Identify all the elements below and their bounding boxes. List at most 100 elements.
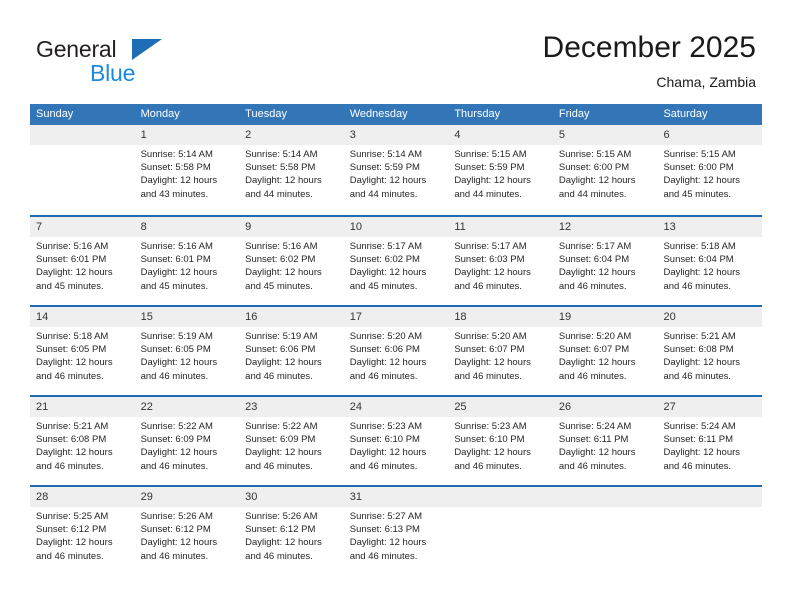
day-detail-line: Daylight: 12 hours [140, 267, 218, 279]
day-detail-line: Sunrise: 5:16 AM [140, 241, 213, 252]
day-detail-line: Sunset: 6:04 PM [663, 254, 734, 266]
day-details: Sunrise: 5:21 AM Sunset: 6:08 PM Daylight:… [30, 417, 135, 473]
day-number: 3 [349, 129, 356, 141]
day-number: 4 [454, 129, 461, 141]
day-number-band: 6 [657, 125, 763, 145]
day-details: Sunrise: 5:19 AM Sunset: 6:06 PM Daylight:… [239, 327, 344, 383]
day-number-band: 1 [134, 125, 240, 145]
day-detail-line: Sunset: 6:06 PM [349, 344, 420, 356]
weekday-header-tuesday: Tuesday [245, 108, 287, 120]
day-detail-line: Sunset: 6:01 PM [140, 254, 211, 266]
day-detail-line: and 46 minutes. [36, 370, 104, 382]
day-number-band [30, 125, 135, 145]
day-detail-line: Sunrise: 5:26 AM [245, 511, 318, 522]
day-detail-line: Sunset: 6:10 PM [349, 434, 420, 446]
day-cell-30[interactable]: 30 Sunrise: 5:26 AM Sunset: 6:12 PM Dayligh… [239, 487, 344, 575]
day-number-band: 5 [552, 125, 658, 145]
day-detail-line: and 46 minutes. [140, 460, 209, 472]
day-detail-line: Sunset: 6:11 PM [558, 434, 629, 446]
day-cell-6[interactable]: 6 Sunrise: 5:15 AM Sunset: 6:00 PM Daylight… [657, 125, 763, 215]
day-details: Sunrise: 5:19 AM Sunset: 6:05 PM Daylight:… [135, 327, 240, 383]
day-number-band: 29 [134, 487, 240, 507]
day-detail-line: Sunset: 6:06 PM [245, 344, 316, 356]
day-cell-31[interactable]: 31 Sunrise: 5:27 AM Sunset: 6:13 PM Dayligh… [343, 487, 449, 575]
day-number: 6 [663, 129, 670, 141]
day-cell-7[interactable]: 7 Sunrise: 5:16 AM Sunset: 6:01 PM Daylight… [30, 217, 135, 305]
day-cell-9[interactable]: 9 Sunrise: 5:16 AM Sunset: 6:02 PM Daylight… [239, 217, 344, 305]
day-number-band [657, 487, 763, 507]
weekday-header-friday: Friday [558, 108, 590, 120]
day-detail-line: Sunset: 6:10 PM [454, 434, 525, 446]
day-cell-8[interactable]: 8 Sunrise: 5:16 AM Sunset: 6:01 PM Daylight… [134, 217, 240, 305]
day-detail-line: Sunset: 6:05 PM [140, 344, 211, 356]
day-number: 8 [140, 221, 147, 233]
day-cell-16[interactable]: 16 Sunrise: 5:19 AM Sunset: 6:06 PM Dayligh… [239, 307, 344, 395]
day-detail-line: Daylight: 12 hours [454, 447, 531, 459]
day-details: Sunrise: 5:20 AM Sunset: 6:07 PM Daylight:… [448, 327, 553, 383]
day-details: Sunrise: 5:17 AM Sunset: 6:03 PM Daylight:… [448, 237, 553, 293]
day-number-band: 25 [448, 397, 553, 417]
day-number: 26 [558, 401, 572, 413]
day-cell-17[interactable]: 17 Sunrise: 5:20 AM Sunset: 6:06 PM Dayligh… [343, 307, 449, 395]
day-detail-line: Sunrise: 5:16 AM [36, 241, 109, 252]
day-details: Sunrise: 5:24 AM Sunset: 6:11 PM Daylight:… [553, 417, 658, 473]
day-cell-14[interactable]: 14 Sunrise: 5:18 AM Sunset: 6:05 PM Dayligh… [30, 307, 135, 395]
day-cell-1[interactable]: 1 Sunrise: 5:14 AM Sunset: 5:58 PM Daylight… [134, 125, 240, 215]
day-number: 13 [663, 221, 676, 233]
day-number-band: 26 [552, 397, 658, 417]
day-detail-line: and 45 minutes. [36, 280, 104, 292]
day-number: 23 [245, 401, 258, 413]
day-detail-line: Sunrise: 5:19 AM [140, 331, 213, 342]
day-detail-line: Sunrise: 5:17 AM [349, 241, 423, 252]
day-details: Sunrise: 5:27 AM Sunset: 6:13 PM Daylight:… [344, 507, 449, 563]
day-number-band: 11 [448, 217, 553, 237]
day-detail-line: Daylight: 12 hours [245, 357, 322, 369]
day-cell-28[interactable]: 28 Sunrise: 5:25 AM Sunset: 6:12 PM Dayligh… [30, 487, 135, 575]
day-detail-line: and 46 minutes. [36, 550, 104, 562]
day-cell-23[interactable]: 23 Sunrise: 5:22 AM Sunset: 6:09 PM Dayligh… [239, 397, 344, 485]
day-detail-line: Sunset: 5:59 PM [454, 162, 525, 174]
day-cell-4[interactable]: 4 Sunrise: 5:15 AM Sunset: 5:59 PM Daylight… [448, 125, 553, 215]
day-cell-11[interactable]: 11 Sunrise: 5:17 AM Sunset: 6:03 PM Dayligh… [448, 217, 553, 305]
day-cell-21[interactable]: 21 Sunrise: 5:21 AM Sunset: 6:08 PM Dayligh… [30, 397, 135, 485]
day-number: 19 [558, 311, 572, 323]
day-detail-line: Sunrise: 5:20 AM [454, 331, 527, 342]
day-cell-empty [657, 487, 763, 575]
day-number: 5 [558, 129, 566, 141]
day-cell-29[interactable]: 29 Sunrise: 5:26 AM Sunset: 6:12 PM Dayligh… [134, 487, 240, 575]
day-detail-line: Sunrise: 5:25 AM [36, 511, 109, 522]
day-details: Sunrise: 5:17 AM Sunset: 6:02 PM Daylight:… [344, 237, 449, 293]
day-detail-line: and 46 minutes. [663, 370, 732, 382]
day-cell-25[interactable]: 25 Sunrise: 5:23 AM Sunset: 6:10 PM Dayligh… [448, 397, 553, 485]
day-detail-line: Daylight: 12 hours [36, 447, 113, 459]
day-cell-10[interactable]: 10 Sunrise: 5:17 AM Sunset: 6:02 PM Dayligh… [343, 217, 449, 305]
day-details: Sunrise: 5:26 AM Sunset: 6:12 PM Daylight:… [135, 507, 240, 563]
day-detail-line: and 46 minutes. [558, 280, 627, 292]
day-number-band: 12 [552, 217, 658, 237]
day-details: Sunrise: 5:23 AM Sunset: 6:10 PM Daylight:… [344, 417, 449, 473]
day-cell-15[interactable]: 15 Sunrise: 5:19 AM Sunset: 6:05 PM Dayligh… [134, 307, 240, 395]
day-details: Sunrise: 5:16 AM Sunset: 6:01 PM Daylight:… [30, 237, 135, 293]
day-cell-13[interactable]: 13 Sunrise: 5:18 AM Sunset: 6:04 PM Dayligh… [657, 217, 763, 305]
day-cell-12[interactable]: 12 Sunrise: 5:17 AM Sunset: 6:04 PM Dayligh… [552, 217, 658, 305]
day-detail-line: Sunrise: 5:26 AM [140, 511, 213, 522]
day-cell-26[interactable]: 26 Sunrise: 5:24 AM Sunset: 6:11 PM Dayligh… [552, 397, 658, 485]
day-cell-20[interactable]: 20 Sunrise: 5:21 AM Sunset: 6:08 PM Dayligh… [657, 307, 763, 395]
day-number-band: 3 [343, 125, 449, 145]
day-detail-line: Daylight: 12 hours [140, 175, 218, 187]
day-number-band: 10 [343, 217, 449, 237]
day-cell-27[interactable]: 27 Sunrise: 5:24 AM Sunset: 6:11 PM Dayligh… [657, 397, 763, 485]
day-cell-22[interactable]: 22 Sunrise: 5:22 AM Sunset: 6:09 PM Dayligh… [134, 397, 240, 485]
day-cell-5[interactable]: 5 Sunrise: 5:15 AM Sunset: 6:00 PM Daylight… [552, 125, 658, 215]
day-cell-24[interactable]: 24 Sunrise: 5:23 AM Sunset: 6:10 PM Dayligh… [343, 397, 449, 485]
day-cell-3[interactable]: 3 Sunrise: 5:14 AM Sunset: 5:59 PM Daylight… [343, 125, 449, 215]
day-detail-line: and 45 minutes. [140, 280, 209, 292]
calendar-week-row: 1 Sunrise: 5:14 AM Sunset: 5:58 PM Daylight… [30, 125, 763, 215]
day-detail-line: Sunset: 6:13 PM [349, 524, 420, 536]
day-detail-line: Sunset: 6:00 PM [663, 162, 734, 174]
day-number-band: 7 [30, 217, 135, 237]
day-cell-19[interactable]: 19 Sunrise: 5:20 AM Sunset: 6:07 PM Dayligh… [552, 307, 658, 395]
day-cell-2[interactable]: 2 Sunrise: 5:14 AM Sunset: 5:58 PM Daylight… [239, 125, 344, 215]
day-details: Sunrise: 5:16 AM Sunset: 6:01 PM Daylight:… [135, 237, 240, 293]
day-cell-18[interactable]: 18 Sunrise: 5:20 AM Sunset: 6:07 PM Dayligh… [448, 307, 553, 395]
